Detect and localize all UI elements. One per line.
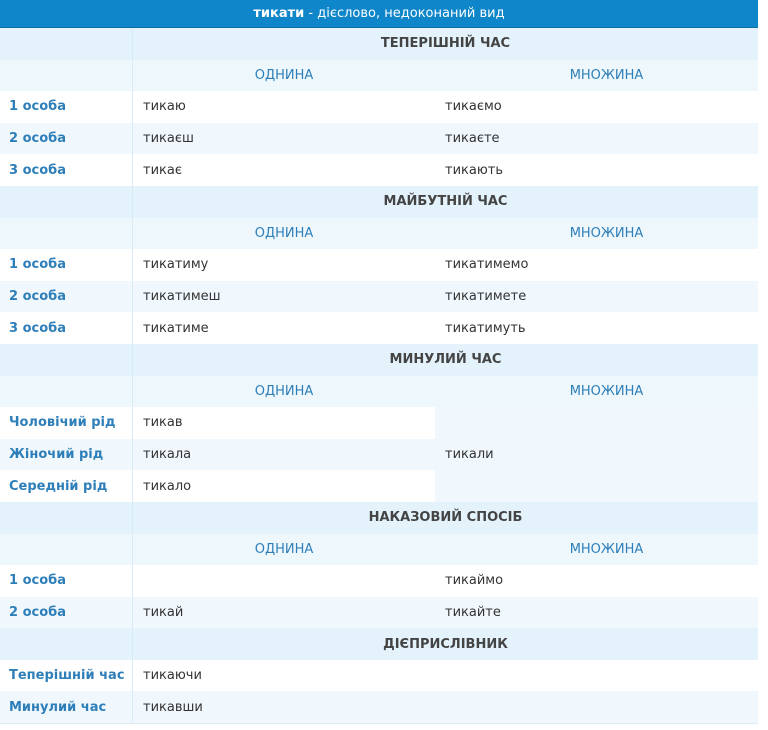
participle-form: тикаючи [143,668,202,684]
conjugation-table: тикати - дієслово, недоконаний вид ТЕПЕР… [0,0,758,725]
plural-header: МНОЖИНА [569,541,644,557]
person-label: 2 особа [0,596,133,629]
table-row: 1 особа тикаю тикаємо [0,91,758,123]
plural-form: тикайте [445,604,501,620]
table-row: 2 особа тикай тикайте [0,596,758,629]
person-label: 1 особа [0,91,133,123]
singular-form: тикаю [143,99,186,115]
plural-form: тикатимете [445,289,527,305]
table-row: 3 особа тикатиме тикатимуть [0,312,758,344]
singular-form: тикав [143,415,183,431]
person-label: 3 особа [0,154,133,186]
plural-form: тикаймо [445,573,504,589]
participle-header: ДІЄПРИСЛІВНИК [0,628,758,660]
present-tense-title: ТЕПЕРІШНІЙ ЧАС [380,36,511,52]
table-row: 2 особа тикаєш тикаєте [0,122,758,155]
number-header-row: ОДНИНА МНОЖИНА [0,375,758,408]
past-tense-rows: Чоловічий рід тикав Жіночий рід тикала С… [0,407,758,502]
gender-label: Середній рід [0,470,133,502]
verb-title: тикати [253,6,305,21]
singular-form: тикаєш [143,131,194,147]
singular-form: тикатиму [143,257,209,273]
singular-header: ОДНИНА [254,383,314,399]
number-header-row: ОДНИНА МНОЖИНА [0,217,758,250]
participle-label: Минулий час [0,691,133,724]
plural-header: МНОЖИНА [569,383,644,399]
verb-description: - дієслово, недоконаний вид [304,6,505,21]
singular-header: ОДНИНА [254,541,314,557]
table-row: 2 особа тикатимеш тикатимете [0,280,758,313]
plural-form: тикаємо [445,99,502,115]
participle-form: тикавши [143,699,203,715]
table-title: тикати - дієслово, недоконаний вид [0,0,758,28]
singular-form: тикай [143,604,184,620]
future-tense-title: МАЙБУТНІЙ ЧАС [383,194,508,210]
table-row: 1 особа тикатиму тикатимемо [0,249,758,281]
gender-label: Жіночий рід [0,438,133,471]
table-bottom-border [0,723,758,725]
plural-form: тикають [445,162,504,178]
past-tense-title: МИНУЛИЙ ЧАС [389,352,502,368]
plural-header: МНОЖИНА [569,67,644,83]
table-row: Теперішній час тикаючи [0,659,758,692]
singular-header: ОДНИНА [254,67,314,83]
person-label: 1 особа [0,565,133,597]
past-tense-header: МИНУЛИЙ ЧАС [0,343,758,376]
participle-title: ДІЄПРИСЛІВНИК [383,636,508,652]
singular-form: тикає [143,162,182,178]
table-row: 1 особа тикаймо [0,565,758,597]
plural-form: тикатимуть [445,320,526,336]
present-tense-header: ТЕПЕРІШНІЙ ЧАС [0,28,758,60]
table-row: 3 особа тикає тикають [0,154,758,186]
person-label: 2 особа [0,122,133,155]
future-tense-header: МАЙБУТНІЙ ЧАС [0,185,758,218]
plural-header: МНОЖИНА [569,225,644,241]
participle-label: Теперішній час [0,659,133,692]
person-label: 2 особа [0,280,133,313]
gender-label: Чоловічий рід [0,407,133,439]
singular-header: ОДНИНА [254,225,314,241]
number-header-row: ОДНИНА МНОЖИНА [0,59,758,92]
plural-form: тикатимемо [445,257,529,273]
imperative-mood-header: НАКАЗОВИЙ СПОСІБ [0,501,758,534]
table-row: Минулий час тикавши [0,691,758,724]
singular-form: тикатиме [143,320,209,336]
imperative-mood-title: НАКАЗОВИЙ СПОСІБ [368,510,523,526]
person-label: 3 особа [0,312,133,344]
singular-form: тикала [143,447,192,463]
singular-form [133,565,435,597]
number-header-row: ОДНИНА МНОЖИНА [0,533,758,566]
singular-form: тикало [143,478,192,494]
singular-form: тикатимеш [143,289,221,305]
plural-form: тикаєте [445,131,500,147]
person-label: 1 особа [0,249,133,281]
past-plural-form: тикали [435,407,758,502]
